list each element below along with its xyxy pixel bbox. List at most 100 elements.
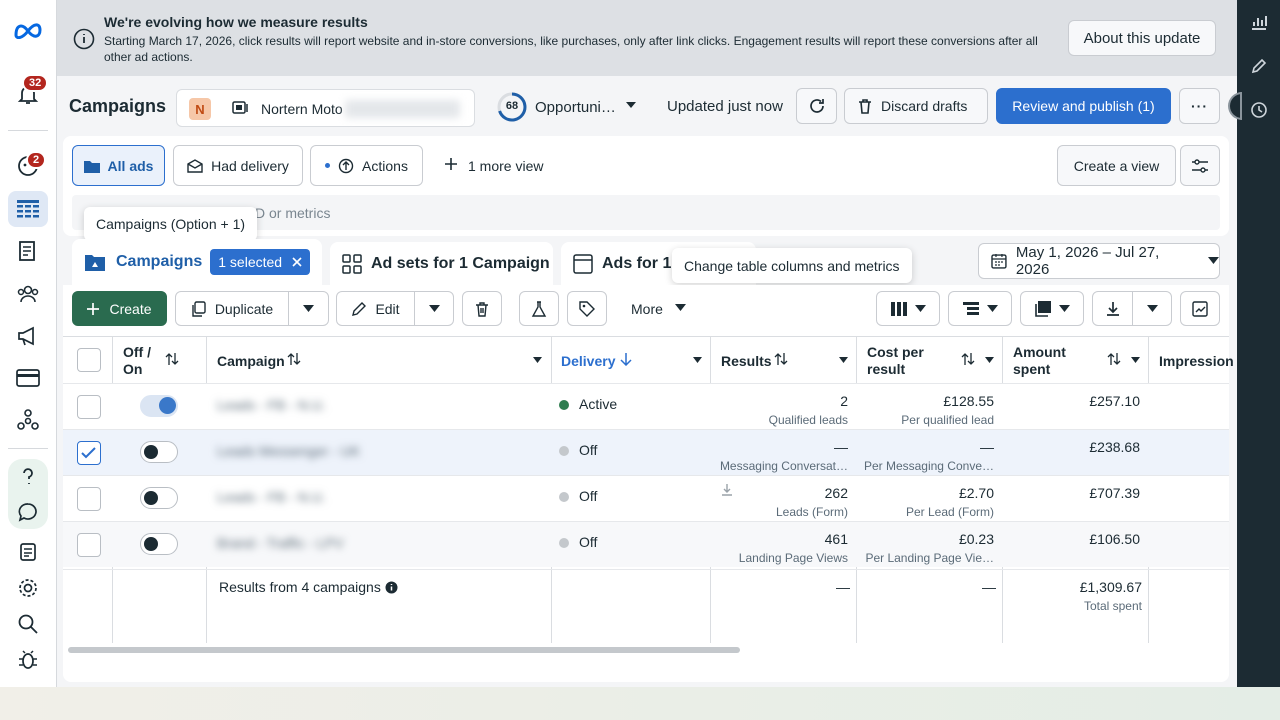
catalog-icon[interactable] [8,233,48,269]
sort-icon[interactable] [165,352,179,366]
chevron-down-icon[interactable] [839,357,848,363]
tag-button[interactable] [567,291,607,326]
breakdown-icon [962,301,979,315]
tab-campaigns[interactable]: Campaigns 1 selected [72,239,322,285]
view-settings-button[interactable] [1180,145,1220,186]
charts-button[interactable] [1180,291,1220,326]
help-icon[interactable] [8,458,48,494]
more-options-button[interactable]: ··· [1179,88,1220,124]
table-row[interactable]: Leads Messenger - UK Off — Messaging Con… [63,429,1229,475]
history-clock-icon[interactable] [1248,99,1270,121]
delete-button[interactable] [462,291,502,326]
more-button[interactable]: More [631,301,663,317]
edit-dropdown[interactable] [414,291,454,326]
row-checkbox[interactable] [77,487,101,511]
campaign-name[interactable]: Brand - Traffic - LPV [217,535,344,551]
tab-adsets[interactable]: Ad sets for 1 Campaign [330,242,553,285]
header-impressions[interactable]: Impression [1159,353,1234,369]
row-checkbox[interactable] [77,441,101,465]
export-button[interactable] [1092,291,1133,326]
opportunity-score-ring[interactable]: 68 [496,91,528,123]
sort-icon[interactable] [1107,352,1121,366]
amount-spent: £707.39 [1089,485,1140,501]
sort-icon[interactable] [287,352,301,366]
campaign-toggle[interactable] [140,441,178,463]
chevron-down-icon[interactable] [1131,357,1140,363]
billing-card-icon[interactable] [8,360,48,396]
chevron-down-icon[interactable] [675,304,686,311]
search-icon[interactable] [8,606,48,642]
export-dropdown[interactable] [1132,291,1172,326]
date-range-picker[interactable]: May 1, 2026 – Jul 27, 2026 [978,243,1220,279]
calendar-icon [991,254,1007,269]
campaign-name[interactable]: Leads - FB - N.U. [217,489,326,505]
campaign-name[interactable]: Leads - FB - N.U. [217,397,326,413]
header-results[interactable]: Results [721,353,772,369]
select-all-checkbox[interactable] [77,348,101,372]
create-view-button[interactable]: Create a view [1057,145,1176,186]
audiences-icon[interactable] [8,276,48,312]
chevron-down-icon[interactable] [533,357,542,363]
header-offon[interactable]: Off / On [123,344,161,378]
row-checkbox[interactable] [77,533,101,557]
chat-icon[interactable] [8,494,48,530]
right-sidebar [1237,0,1280,687]
table-row[interactable]: Leads - FB - N.U. Off 262 Leads (Form) £… [63,475,1229,521]
header-delivery[interactable]: Delivery [561,353,615,369]
delivery-status: Off [579,442,598,458]
results-type: Qualified leads [768,413,848,427]
account-selector[interactable]: N Nortern Moto [176,89,475,127]
campaign-toggle[interactable] [140,395,178,417]
breakdown-button[interactable] [948,291,1012,326]
create-button[interactable]: Create [72,291,167,326]
header-cost-per-result[interactable]: Cost per result [867,344,947,378]
results-type: Leads (Form) [775,505,848,519]
about-update-button[interactable]: About this update [1068,20,1216,56]
columns-button[interactable] [876,291,940,326]
campaign-toggle[interactable] [140,533,178,555]
reports-icon[interactable] [8,534,48,570]
chevron-down-icon[interactable] [625,99,637,111]
header-campaign[interactable]: Campaign [217,353,285,369]
actions-view[interactable]: Actions [310,145,423,186]
integrations-icon[interactable] [8,402,48,438]
reports-button[interactable] [1020,291,1084,326]
campaign-name[interactable]: Leads Messenger - UK [217,443,360,459]
review-publish-button[interactable]: Review and publish (1) [996,88,1171,124]
selected-chip[interactable]: 1 selected [210,249,311,275]
duplicate-button[interactable]: Duplicate [175,291,289,326]
ads-square-icon [573,253,593,274]
plus-icon[interactable] [444,157,458,171]
chevron-down-icon[interactable] [985,357,994,363]
horizontal-scrollbar[interactable] [68,647,740,653]
toggle-knob [144,445,158,459]
opportunity-label[interactable]: Opportuni… [535,99,616,116]
envelope-icon [187,158,203,173]
download-icon[interactable] [721,484,733,496]
all-ads-view[interactable]: All ads [72,145,165,186]
duplicate-dropdown[interactable] [288,291,329,326]
meta-logo-icon[interactable] [8,12,48,48]
analytics-chart-icon[interactable] [1248,11,1270,33]
chevron-down-icon[interactable] [693,357,702,363]
sort-down-icon[interactable] [620,352,632,366]
table-row[interactable]: Leads - FB - N.U. Active 2 Qualified lea… [63,383,1229,429]
sort-icon[interactable] [961,352,975,366]
row-checkbox[interactable] [77,395,101,419]
discard-drafts-button[interactable]: Discard drafts [844,88,988,124]
edit-button[interactable]: Edit [336,291,415,326]
table-row[interactable]: Brand - Traffic - LPV Off 461 Landing Pa… [63,521,1229,567]
refresh-button[interactable] [796,88,837,124]
bug-report-icon[interactable] [8,642,48,678]
advertise-megaphone-icon[interactable] [8,318,48,354]
settings-gear-icon[interactable] [8,570,48,606]
campaign-toggle[interactable] [140,487,178,509]
header-amount-spent[interactable]: Amount spent [1013,344,1083,378]
summary-spent: £1,309.67 [1079,579,1142,595]
ab-test-button[interactable] [519,291,559,326]
had-delivery-view[interactable]: Had delivery [173,145,303,186]
sort-icon[interactable] [774,352,788,366]
more-view-link[interactable]: 1 more view [468,158,543,174]
campaigns-nav-icon[interactable] [8,191,48,227]
edit-pencil-icon[interactable] [1248,55,1270,77]
